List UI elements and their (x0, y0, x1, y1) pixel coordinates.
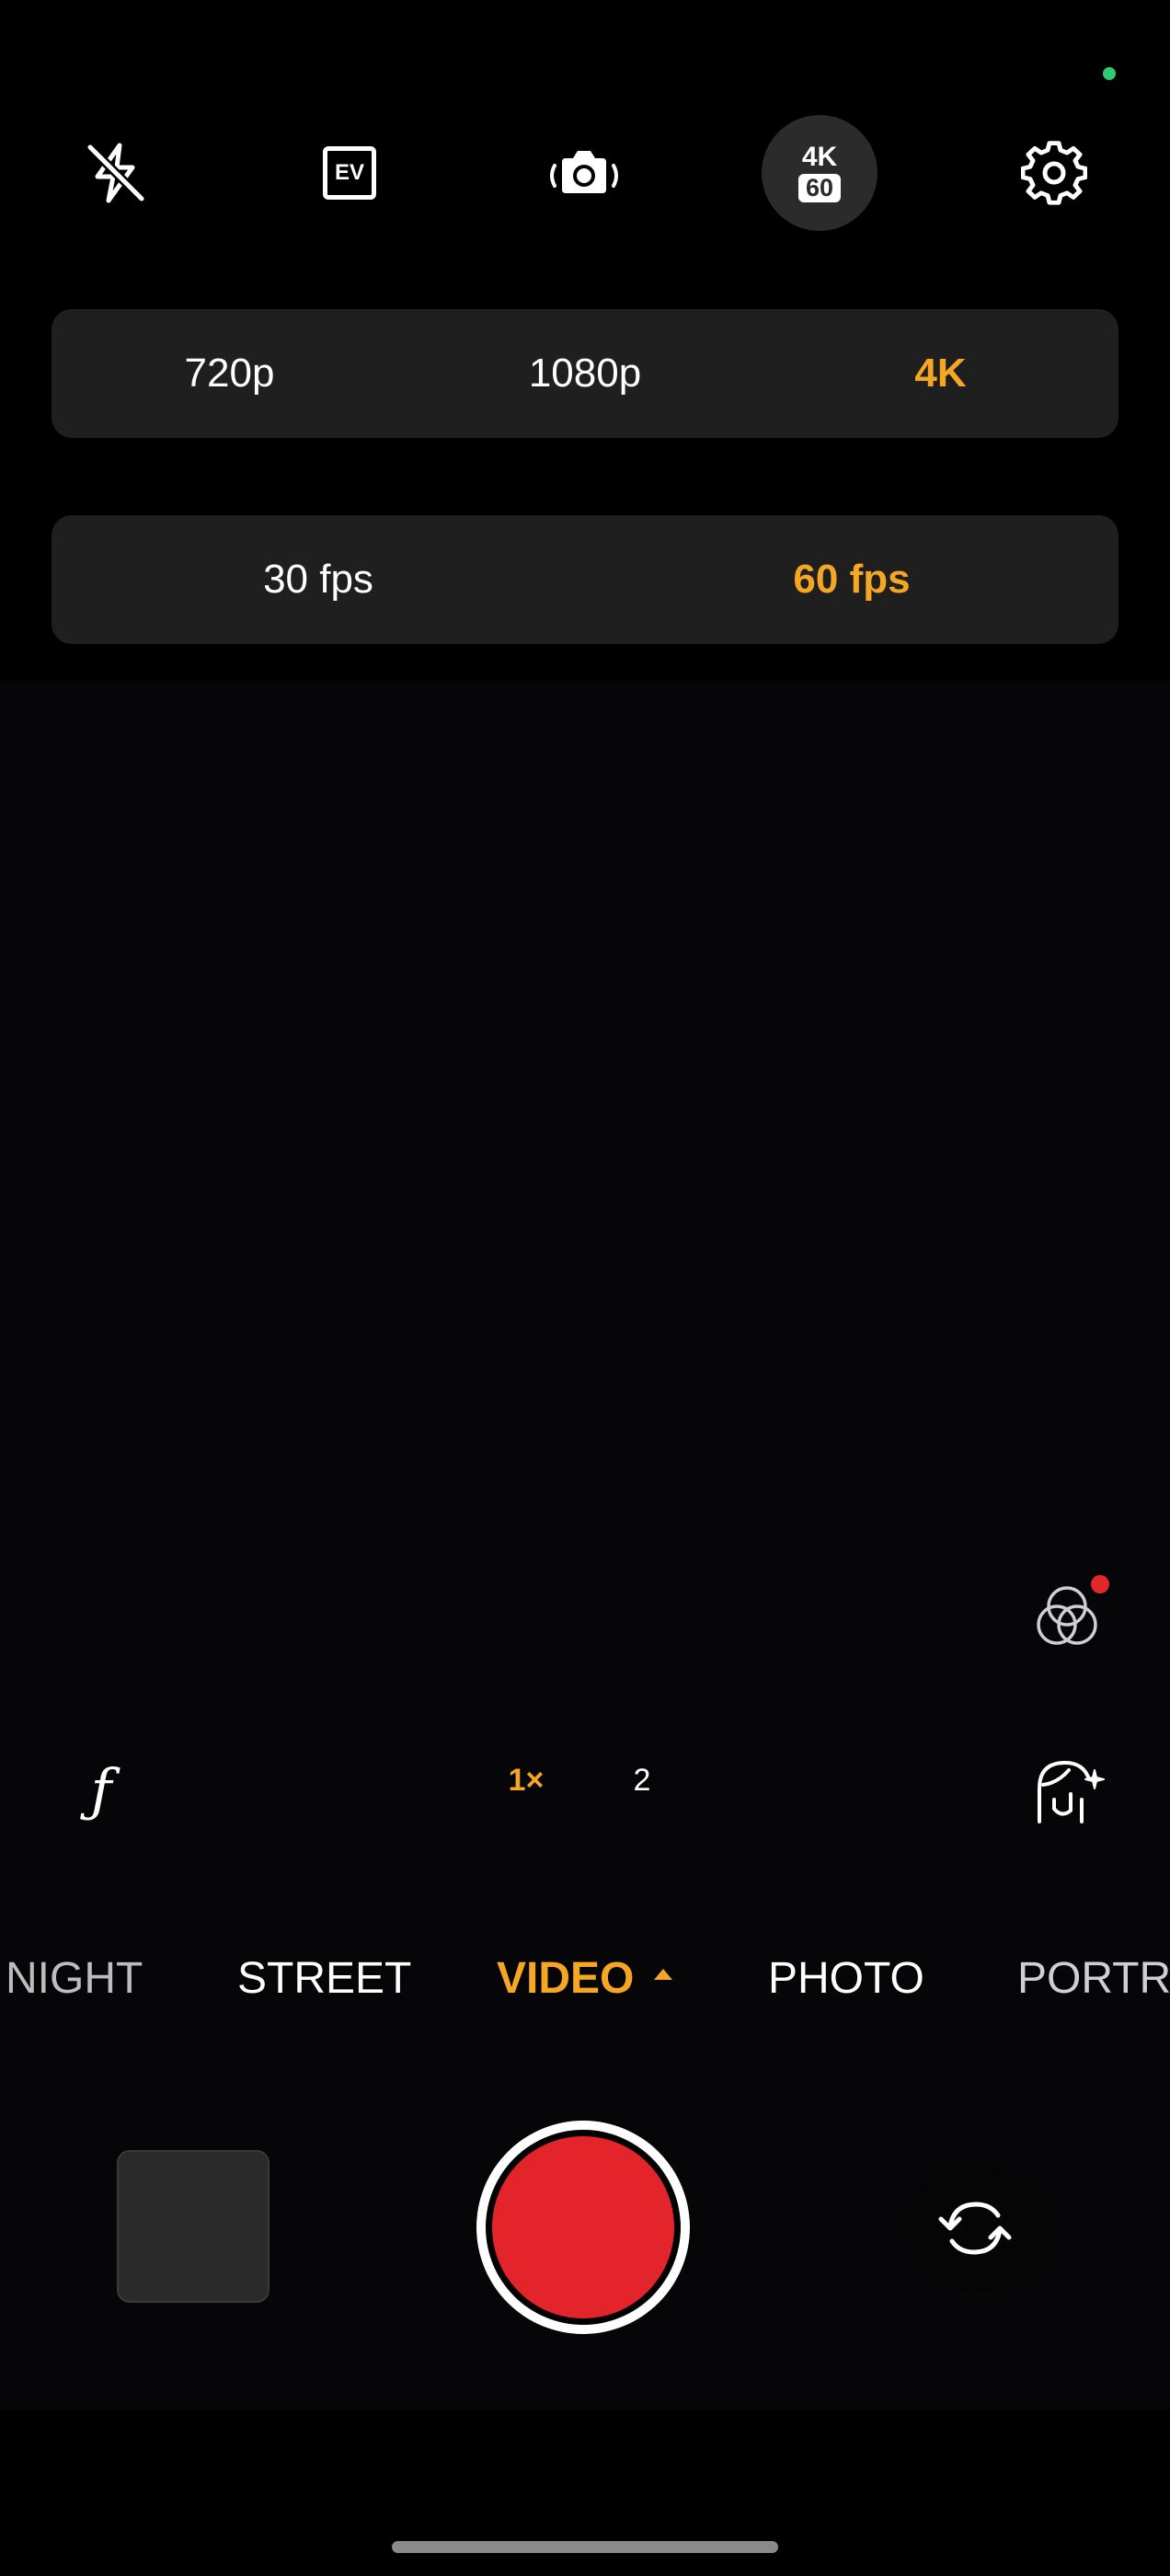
mode-street[interactable]: STREET (237, 1941, 411, 2015)
mode-photo[interactable]: PHOTO (768, 1941, 924, 2015)
resolution-fps-toggle[interactable]: 4K 60 (762, 115, 878, 231)
switch-camera-button[interactable] (901, 2164, 1049, 2293)
face-retouch-icon (1038, 1761, 1105, 1823)
badge-resolution-label: 4K (801, 142, 838, 172)
exposure-button[interactable]: EV (292, 115, 407, 231)
framerate-selector: 30 fps 60 fps (52, 515, 1118, 644)
resolution-option-720p[interactable]: 720p (52, 309, 407, 438)
settings-button[interactable] (996, 115, 1112, 231)
resolution-option-1080p[interactable]: 1080p (407, 309, 763, 438)
camera-stabilization-icon (550, 151, 618, 193)
flash-off-icon (86, 143, 145, 203)
filters-notification-dot (1091, 1575, 1109, 1593)
zoom-1x-button[interactable]: 1× (489, 1753, 563, 1808)
resolution-selector: 720p 1080p 4K (52, 309, 1118, 438)
caret-up-icon (654, 1969, 673, 1980)
switch-camera-icon (938, 2202, 1012, 2255)
resolution-fps-badge: 4K 60 (797, 142, 842, 202)
stabilization-button[interactable] (526, 115, 642, 231)
zoom-2x-button[interactable]: 2 (605, 1753, 679, 1808)
mode-video-label: VIDEO (497, 1953, 635, 2003)
beauty-mode-button[interactable] (1030, 1752, 1107, 1829)
mode-night[interactable]: NIGHT (6, 1941, 143, 2015)
settings-gear-icon (1021, 141, 1087, 205)
framerate-option-30fps[interactable]: 30 fps (52, 515, 585, 644)
resolution-option-4k[interactable]: 4K (763, 309, 1118, 438)
camera-mode-carousel: NIGHT STREET VIDEO PHOTO PORTRAIT (0, 1941, 1170, 2015)
mode-portrait[interactable]: PORTRAIT (1017, 1941, 1170, 2015)
mode-video[interactable]: VIDEO (497, 1941, 673, 2015)
badge-fps-label: 60 (797, 174, 842, 202)
flash-off-button[interactable] (58, 115, 174, 231)
ev-label: EV (334, 160, 364, 185)
gallery-thumbnail[interactable] (117, 2150, 270, 2303)
exposure-ev-icon: EV (323, 146, 376, 200)
aperture-button[interactable]: ƒ (74, 1753, 129, 1826)
framerate-option-60fps[interactable]: 60 fps (585, 515, 1118, 644)
home-indicator[interactable] (392, 2541, 778, 2553)
record-button-core (492, 2136, 674, 2318)
privacy-indicator-dot (1103, 67, 1116, 80)
record-button[interactable] (476, 2121, 690, 2334)
